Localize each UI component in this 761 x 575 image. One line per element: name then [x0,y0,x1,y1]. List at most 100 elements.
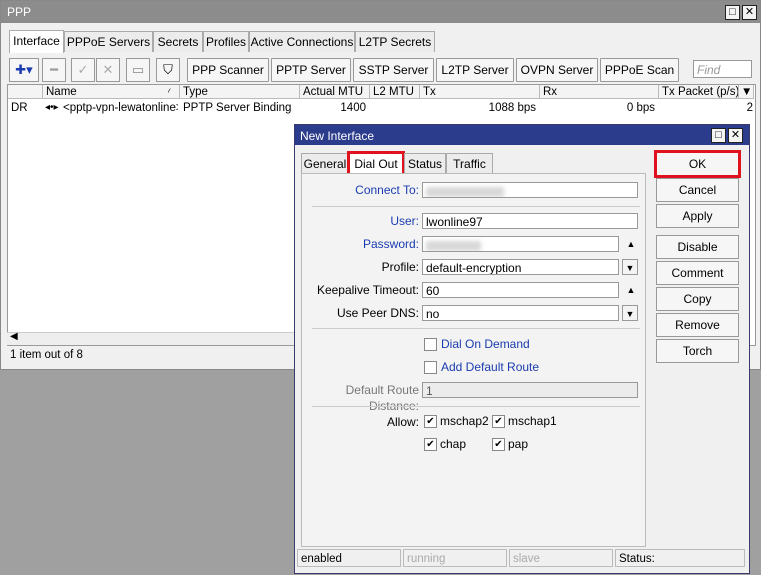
ok-button[interactable]: OK [654,150,741,178]
remove-button[interactable]: Remove [656,313,739,337]
tab-secrets[interactable]: Secrets [153,31,203,52]
find-input[interactable]: Find [693,60,752,78]
item-count: 1 item out of 8 [10,349,83,361]
collapse-password-icon[interactable]: ▲ [625,236,637,252]
chap-label[interactable]: chap [440,437,466,451]
new-interface-dialog: New Interface □ ✕ General Dial Out Statu… [294,124,750,574]
l2tp-server-button[interactable]: L2TP Server [436,58,514,82]
add-default-route-checkbox[interactable] [424,361,437,374]
profile-select[interactable]: default-encryption [422,259,619,275]
tab-interface[interactable]: Interface [9,30,64,53]
status-slave: slave [509,549,613,567]
add-default-route-label[interactable]: Add Default Route [441,360,539,374]
columns-dropdown-icon[interactable]: ▼ [739,85,754,99]
chap-checkbox[interactable]: ✔ [424,438,437,451]
password-input[interactable] [422,236,619,252]
copy-button[interactable]: Copy [656,287,739,311]
tab-pppoe-servers[interactable]: PPPoE Servers [64,31,153,52]
profile-dropdown-icon[interactable]: ▼ [622,259,638,275]
dialog-close-icon[interactable]: ✕ [728,128,743,143]
disable-icon[interactable]: ✕ [96,58,120,82]
comment-icon[interactable]: ▭ [126,58,150,82]
user-label: User: [390,214,419,228]
dialog-maximize-icon[interactable]: □ [711,128,726,143]
keepalive-label: Keepalive Timeout: [316,283,419,297]
password-label: Password: [362,237,419,251]
tab-general[interactable]: General [301,153,349,174]
sort-icon: ⁄ [168,87,170,97]
mschap2-label[interactable]: mschap2 [440,414,489,428]
tab-active-connections[interactable]: Active Connections [249,31,355,52]
user-input[interactable]: lwonline97 [422,213,638,229]
status-enabled: enabled [297,549,401,567]
dial-out-panel: Connect To: User: lwonline97 Password: ▲… [301,173,646,547]
torch-button[interactable]: Torch [656,339,739,363]
peer-dns-label: Use Peer DNS: [336,306,419,320]
maximize-icon[interactable]: □ [725,5,740,20]
dial-on-demand-checkbox[interactable] [424,338,437,351]
connect-to-input[interactable] [422,182,638,198]
sstp-server-button[interactable]: SSTP Server [353,58,434,82]
pap-label[interactable]: pap [508,437,528,451]
mschap2-checkbox[interactable]: ✔ [424,415,437,428]
column-header-name[interactable]: Name [43,85,180,99]
tab-profiles[interactable]: Profiles [203,31,249,52]
status-label: Status: [615,549,745,567]
comment-button[interactable]: Comment [656,261,739,285]
interface-icon: ◂•▸ [45,102,59,113]
main-tabs: Interface PPPoE Servers Secrets Profiles… [1,30,760,53]
column-header-l2-mtu[interactable]: L2 MTU [370,85,420,99]
cancel-button[interactable]: Cancel [656,178,739,202]
row-flags: DR [11,102,28,114]
remove-icon[interactable]: ━ [42,58,66,82]
horizontal-scrollbar[interactable]: ◀ [7,331,299,345]
status-running: running [403,549,507,567]
filter-icon[interactable]: ⛉ [156,58,180,82]
column-header-actual-mtu[interactable]: Actual MTU [300,85,370,99]
route-distance-input[interactable]: 1 [422,382,638,398]
peer-dns-select[interactable]: no [422,305,619,321]
pptp-server-button[interactable]: PPTP Server [271,58,351,82]
close-icon[interactable]: ✕ [742,5,757,20]
separator [312,328,640,329]
column-header-type[interactable]: Type [180,85,300,99]
tab-status[interactable]: Status [404,153,446,174]
dial-on-demand-label[interactable]: Dial On Demand [441,337,530,351]
row-rx: 0 bps [626,102,655,114]
column-header-tx-packet[interactable]: Tx Packet (p/s) [659,85,739,99]
column-header-rx[interactable]: Rx [540,85,659,99]
ovpn-server-button[interactable]: OVPN Server [516,58,598,82]
collapse-keepalive-icon[interactable]: ▲ [625,282,637,298]
ppp-scanner-button[interactable]: PPP Scanner [187,58,269,82]
title-bar[interactable]: PPP □ ✕ [1,1,760,23]
dialog-title-bar[interactable]: New Interface □ ✕ [295,125,749,145]
column-header-tx[interactable]: Tx [420,85,540,99]
dialog-title: New Interface [300,129,375,143]
profile-label: Profile: [381,260,419,274]
row-tx-packet: 2 [746,102,753,114]
column-header-flags[interactable] [8,85,43,99]
keepalive-input[interactable]: 60 [422,282,619,298]
row-name: <pptp-vpn-lewatonline> [63,102,178,114]
peer-dns-dropdown-icon[interactable]: ▼ [622,305,638,321]
mschap1-label[interactable]: mschap1 [508,414,557,428]
add-icon[interactable]: ✚▾ [9,58,39,82]
route-distance-label: Default Route Distance: [345,383,419,413]
tab-l2tp-secrets[interactable]: L2TP Secrets [355,31,435,52]
tab-traffic[interactable]: Traffic [446,153,493,174]
window-title: PPP [7,5,32,19]
pap-checkbox[interactable]: ✔ [492,438,505,451]
mschap1-checkbox[interactable]: ✔ [492,415,505,428]
table-row[interactable]: DR ◂•▸ <pptp-vpn-lewatonline> PPTP Serve… [8,100,754,116]
row-tx: 1088 bps [488,102,536,114]
enable-icon[interactable]: ✓ [71,58,95,82]
apply-button[interactable]: Apply [656,204,739,228]
separator [312,206,640,207]
row-actual-mtu: 1400 [340,102,366,114]
tab-dial-out[interactable]: Dial Out [347,151,405,176]
allow-label: Allow: [386,415,419,429]
scroll-left-icon[interactable]: ◀ [10,331,18,342]
pppoe-scan-button[interactable]: PPPoE Scan [600,58,679,82]
disable-button[interactable]: Disable [656,235,739,259]
row-type: PPTP Server Binding [183,102,292,114]
